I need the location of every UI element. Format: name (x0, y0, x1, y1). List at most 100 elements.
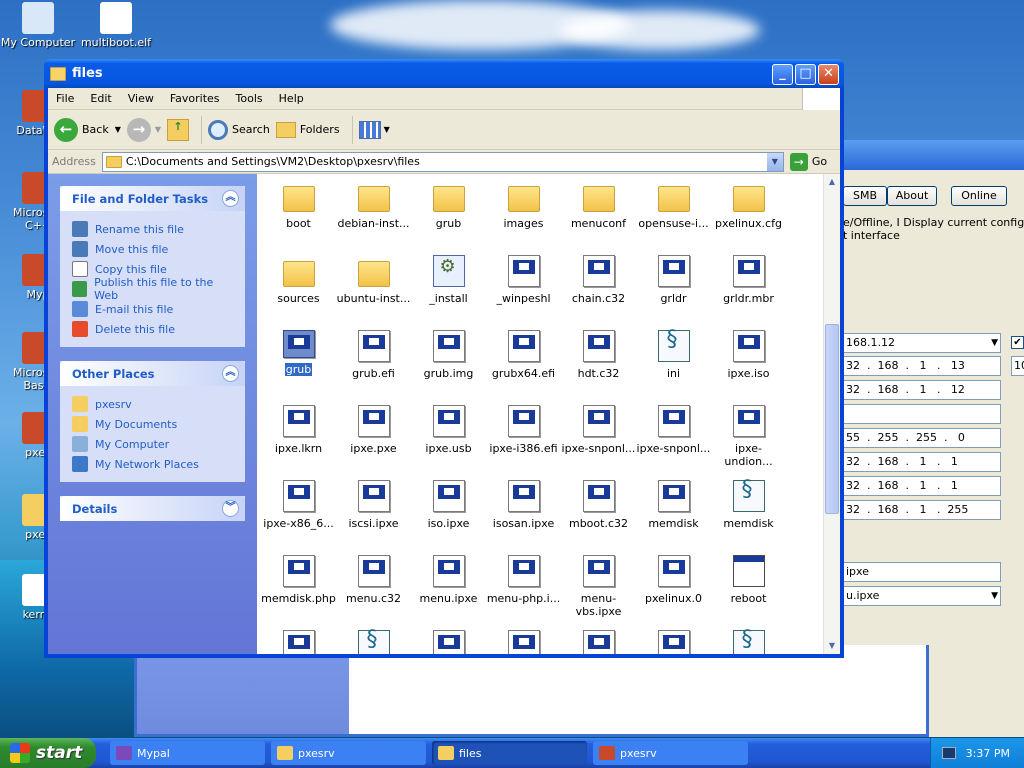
tasks-item[interactable]: Rename this file (72, 219, 233, 239)
gateway-field[interactable]: 32 . 168 . 1 . 1 (843, 452, 1001, 472)
ip-field-1[interactable]: 32 . 168 . 1 . 13 (843, 356, 1001, 376)
places-item[interactable]: My Documents (72, 414, 233, 434)
vertical-scrollbar[interactable]: ▲ ▼ (823, 174, 840, 654)
tasks-item[interactable]: Move this file (72, 239, 233, 259)
file-item[interactable]: sources (261, 249, 336, 305)
file-item[interactable]: chain.c32 (561, 249, 636, 305)
scroll-up-icon[interactable]: ▲ (825, 174, 839, 190)
title-bar[interactable]: files (44, 59, 844, 88)
boot-file-field[interactable]: ipxe (843, 562, 1001, 582)
file-item[interactable]: grub (261, 324, 336, 376)
details-header[interactable]: Details ︾ (60, 496, 245, 521)
up-button[interactable]: ↑ (167, 118, 190, 141)
file-item[interactable]: ipxe-undion... (711, 399, 786, 468)
other-places-header[interactable]: Other Places ︽ (60, 361, 245, 386)
scroll-down-icon[interactable]: ▼ (825, 638, 839, 654)
file-item[interactable]: mboot.c32 (561, 474, 636, 530)
tab-about[interactable]: About (887, 186, 937, 206)
file-view[interactable]: boot debian-inst... grub images menuconf open… (257, 174, 840, 654)
file-item[interactable]: menu-vbs.ipxe (561, 549, 636, 618)
menu-help[interactable]: Help (271, 92, 312, 105)
places-item[interactable]: pxesrv (72, 394, 233, 414)
file-item[interactable]: iso.ipxe (411, 474, 486, 530)
file-item[interactable]: _install (411, 249, 486, 305)
file-folder-tasks-header[interactable]: File and Folder Tasks ︽ (60, 186, 245, 211)
chevron-down-icon[interactable]: ▼ (115, 125, 121, 134)
file-item[interactable]: grub.efi (336, 324, 411, 380)
explorer-window[interactable]: files _ □ ✕ File Edit View Favorites Tools He… (44, 59, 844, 658)
file-item[interactable]: iscsi.ipxe (336, 474, 411, 530)
expand-icon[interactable]: ︾ (222, 500, 239, 517)
keyboard-icon[interactable] (941, 747, 956, 759)
background-explorer-window[interactable] (134, 645, 929, 737)
ip-field-2[interactable]: 32 . 168 . 1 . 12 (843, 380, 1001, 400)
close-button[interactable]: ✕ (818, 64, 839, 85)
collapse-icon[interactable]: ︽ (222, 365, 239, 382)
places-item[interactable]: My Network Places (72, 454, 233, 474)
ip-field-3[interactable] (843, 404, 1001, 424)
file-item[interactable]: _winpeshl (486, 249, 561, 305)
file-item[interactable]: grub (411, 174, 486, 230)
file-item[interactable]: ipxe.usb (411, 399, 486, 455)
tasks-item[interactable]: Publish this file to the Web (72, 276, 233, 302)
file-item[interactable]: menu.ipxe (411, 549, 486, 605)
file-item[interactable]: reboot (711, 549, 786, 605)
file-item[interactable]: memdisk.php (261, 549, 336, 605)
file-item[interactable]: grubx64.efi (486, 324, 561, 380)
taskbar-button[interactable]: Mypal (110, 741, 265, 765)
menu-favorites[interactable]: Favorites (162, 92, 228, 105)
taskbar-button[interactable]: files (432, 741, 587, 765)
taskbar-button[interactable]: pxesrv (271, 741, 426, 765)
views-button[interactable]: ▼ (358, 120, 390, 139)
file-item[interactable] (561, 624, 636, 654)
file-item[interactable]: menu.c32 (336, 549, 411, 605)
tasks-item[interactable]: Delete this file (72, 319, 233, 339)
file-item[interactable]: images (486, 174, 561, 230)
file-item[interactable]: boot (261, 174, 336, 230)
folders-button[interactable]: Folders (275, 121, 340, 138)
menu-edit[interactable]: Edit (82, 92, 119, 105)
tab-smb[interactable]: SMB (843, 186, 887, 206)
small-field[interactable]: 10 (1011, 356, 1024, 376)
menu-file[interactable]: File (48, 92, 82, 105)
ip-select[interactable]: 168.1.12 ▼ (843, 333, 1001, 353)
search-button[interactable]: Search (208, 119, 270, 140)
clock[interactable]: 3:37 PM (966, 747, 1010, 760)
file-item[interactable]: memdisk (636, 474, 711, 530)
broadcast-field[interactable]: 32 . 168 . 1 . 255 (843, 500, 1001, 520)
file-item[interactable]: memdisk (711, 474, 786, 530)
file-item[interactable]: ubuntu-inst... (336, 249, 411, 305)
file-item[interactable] (336, 624, 411, 654)
file-item[interactable]: ipxe-i386.efi (486, 399, 561, 455)
menu-view[interactable]: View (120, 92, 162, 105)
file-item[interactable]: ipxe.iso (711, 324, 786, 380)
file-item[interactable]: grldr.mbr (711, 249, 786, 305)
forward-button[interactable]: → ▼ (126, 117, 161, 142)
file-item[interactable] (711, 624, 786, 654)
file-item[interactable]: ipxe-snponl... (561, 399, 636, 455)
file-item[interactable]: ipxe-x86_6... (261, 474, 336, 530)
address-input[interactable]: C:\Documents and Settings\VM2\Desktop\px… (101, 151, 784, 172)
address-dropdown-button[interactable]: ▼ (766, 152, 783, 171)
tasks-item[interactable]: E-mail this file (72, 299, 233, 319)
desktop-icon[interactable]: multiboot.elf (78, 2, 154, 49)
background-window-titlebar[interactable] (829, 140, 1024, 170)
file-item[interactable] (261, 624, 336, 654)
desktop-icon[interactable]: My Computer (0, 2, 76, 49)
file-item[interactable]: opensuse-i... (636, 174, 711, 230)
file-item[interactable]: isosan.ipxe (486, 474, 561, 530)
minimize-button[interactable]: _ (772, 64, 793, 85)
file-item[interactable]: menu-php.i... (486, 549, 561, 605)
file-item[interactable] (411, 624, 486, 654)
menu-tools[interactable]: Tools (228, 92, 271, 105)
file-item[interactable]: ini (636, 324, 711, 380)
taskbar-button[interactable]: pxesrv (593, 741, 748, 765)
tab-online[interactable]: Online (951, 186, 1007, 206)
file-item[interactable]: menuconf (561, 174, 636, 230)
file-item[interactable]: ipxe.pxe (336, 399, 411, 455)
maximize-button[interactable]: □ (795, 64, 816, 85)
file-item[interactable]: grub.img (411, 324, 486, 380)
start-button[interactable]: start (0, 738, 96, 768)
option-checkbox[interactable]: ✔ (1011, 336, 1024, 349)
file-item[interactable]: pxelinux.cfg (711, 174, 786, 230)
